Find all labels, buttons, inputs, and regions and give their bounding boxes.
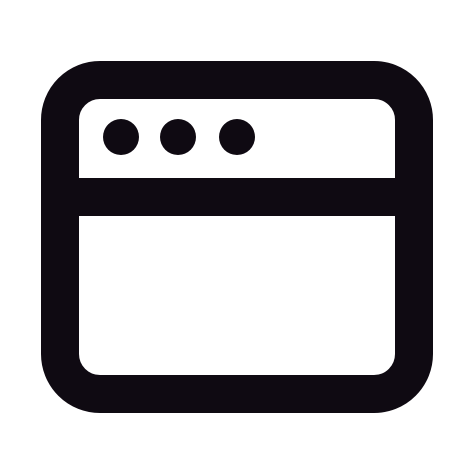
window-dot-3 bbox=[219, 119, 255, 155]
window-dot-1 bbox=[103, 119, 139, 155]
window-dot-2 bbox=[160, 119, 196, 155]
browser-window-icon bbox=[41, 61, 433, 413]
icon-canvas bbox=[0, 0, 474, 474]
